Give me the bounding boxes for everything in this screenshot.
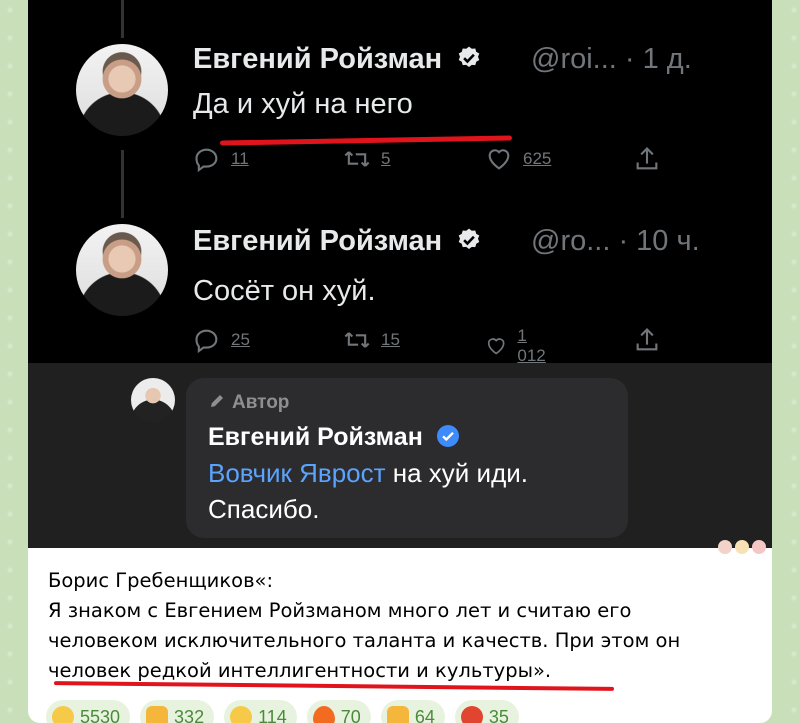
comment-bubble: Автор Евгений Ройзман Вовчик Яврост на х…: [186, 378, 628, 538]
tweet-handle: @roi... · 1 д.: [531, 43, 692, 75]
verified-badge-icon: [436, 425, 459, 447]
retweet-count: 15: [381, 330, 400, 349]
reaction-grinning[interactable]: 5530: [46, 700, 131, 723]
verified-badge-icon: [458, 46, 480, 67]
reaction-thumbs-down[interactable]: 332: [140, 700, 215, 723]
reaction-preview: [718, 540, 766, 554]
like-count: 1 012: [517, 326, 546, 365]
heart-icon: [487, 338, 505, 355]
reply-button[interactable]: 25: [193, 326, 250, 354]
tweet-text: Сосёт он хуй.: [193, 275, 376, 307]
screaming-face-icon: [230, 706, 253, 723]
mention-link[interactable]: Вовчик Яврост: [208, 458, 386, 488]
avatar: [76, 44, 168, 136]
message-caption: Борис Гребенщиков«: Я знаком с Евгением …: [48, 566, 748, 686]
reply-count: 25: [231, 330, 250, 349]
reaction-thumbs-up[interactable]: 64: [380, 700, 445, 723]
reactions-bar: 5530 332 114 70 64 35: [46, 700, 519, 723]
angry-face-icon: [460, 706, 483, 723]
reply-count: 11: [231, 149, 249, 168]
caption-line: Я знаком с Евгением Ройзманом много лет …: [48, 599, 632, 622]
verified-badge-icon: [458, 228, 480, 249]
avatar: [131, 378, 175, 422]
telegram-comment-screenshot: Автор Евгений Ройзман Вовчик Яврост на х…: [28, 363, 772, 548]
fire-icon: [312, 706, 335, 723]
share-button[interactable]: [633, 326, 661, 354]
tweet-author-name: Евгений Ройзман: [193, 225, 482, 258]
share-icon: [636, 328, 658, 351]
retweet-icon: [344, 151, 370, 167]
caption-line: Борис Гребенщиков«:: [48, 569, 274, 592]
reply-icon: [195, 148, 218, 173]
share-button[interactable]: [633, 145, 661, 173]
reply-button[interactable]: 11: [193, 145, 249, 173]
reaction-angry[interactable]: 35: [454, 700, 519, 723]
share-icon: [636, 147, 658, 170]
author-badge: Автор: [208, 392, 289, 414]
caption-line: человеком исключительного таланта и каче…: [48, 629, 681, 652]
tweet-text: Да и хуй на него: [193, 88, 413, 120]
grinning-face-icon: [52, 706, 74, 723]
message-card[interactable]: Евгений Ройзман @roi... · 1 д. Да и хуй …: [28, 0, 772, 723]
retweet-button[interactable]: 5: [343, 145, 390, 173]
heart-icon: [488, 149, 510, 170]
pencil-icon: [211, 395, 223, 407]
like-button[interactable]: 1 012: [485, 326, 551, 366]
comment-text-line: Спасибо.: [208, 494, 320, 524]
thread-line-top: [121, 0, 124, 38]
like-count: 625: [523, 149, 552, 168]
reaction-fire[interactable]: 70: [306, 700, 371, 723]
retweet-count: 5: [381, 149, 391, 168]
thumbs-down-icon: [146, 706, 169, 723]
thread-line-middle: [121, 150, 124, 218]
thumbs-up-icon: [386, 706, 409, 723]
retweet-button[interactable]: 15: [343, 326, 400, 354]
comment-text-line: Вовчик Яврост на хуй иди.: [208, 458, 528, 488]
reply-icon: [195, 329, 218, 354]
like-button[interactable]: 625: [485, 145, 551, 173]
comment-author-name: Евгений Ройзман: [208, 423, 460, 452]
tweet-handle: @ro... · 10 ч.: [531, 225, 700, 257]
screenshot-image: Евгений Ройзман @roi... · 1 д. Да и хуй …: [28, 0, 772, 548]
avatar: [76, 224, 168, 316]
tweet-author-name: Евгений Ройзман: [193, 43, 482, 76]
retweet-icon: [344, 332, 370, 348]
reaction-screaming[interactable]: 114: [224, 700, 297, 723]
